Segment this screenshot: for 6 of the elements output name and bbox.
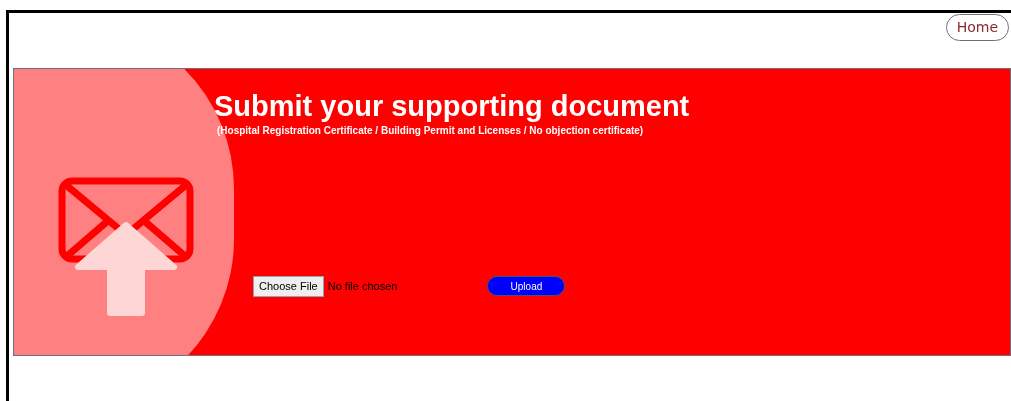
upload-button[interactable]: Upload bbox=[487, 276, 566, 297]
file-status: No file chosen bbox=[327, 279, 398, 294]
envelope-upload-icon bbox=[58, 177, 194, 317]
banner-subtitle: (Hospital Registration Certificate / Building Permit and Licenses / No objection certificate) bbox=[217, 124, 645, 138]
choose-file-button[interactable]: Choose File bbox=[253, 276, 324, 297]
banner-title: Submit your supporting document bbox=[214, 89, 690, 123]
